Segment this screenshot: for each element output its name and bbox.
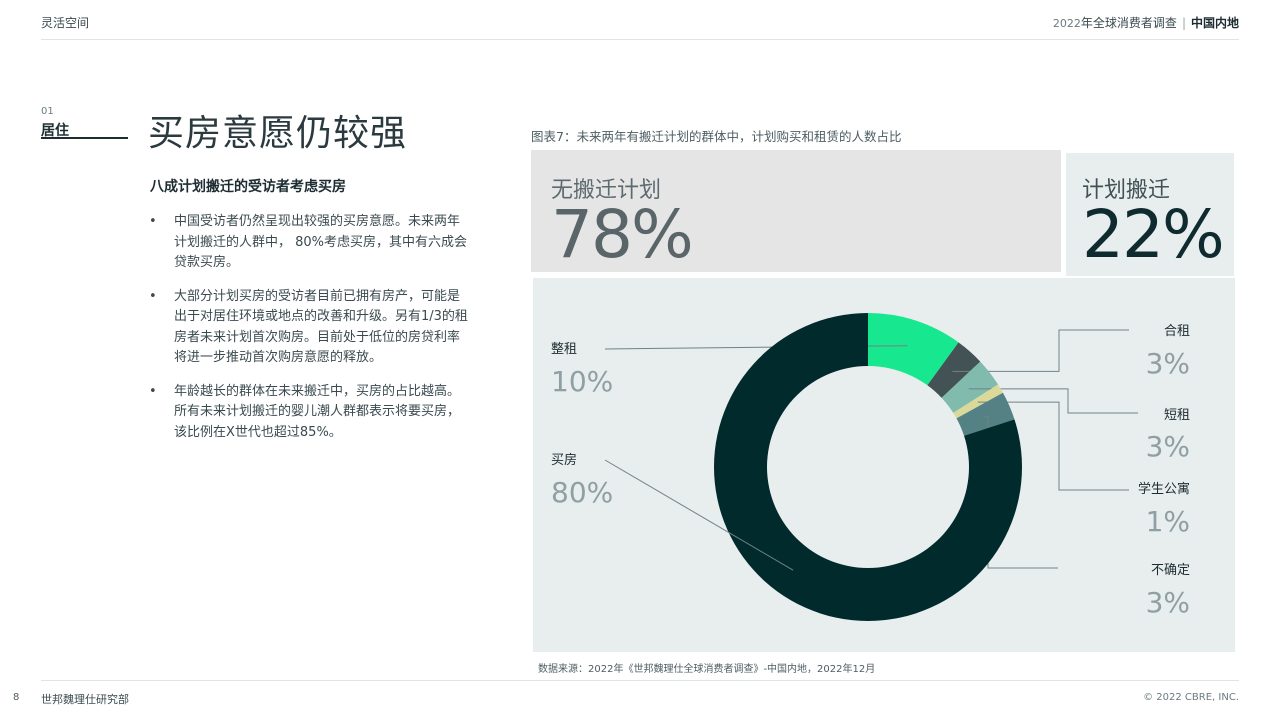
- bullet-marker: •: [149, 288, 157, 304]
- no-move-value: 78%: [551, 196, 694, 273]
- section-underline: [41, 137, 128, 139]
- bullet-list: • 中国受访者仍然呈现出较强的买房意愿。未来两年计划搬迁的人群中， 80%考虑买房…: [148, 212, 470, 456]
- slice-value-label: 3%: [1146, 430, 1190, 463]
- bullet-marker: •: [149, 214, 157, 229]
- bullet-item: • 大部分计划买房的受访者目前已拥有房产，可能是出于对居住环境或地点的改善和升级。…: [148, 287, 470, 369]
- footer-department: 世邦魏理仕研究部: [41, 693, 129, 706]
- move-value: 22%: [1082, 196, 1225, 273]
- slice-value-label: 1%: [1146, 505, 1190, 538]
- header-report-title: 2022年全球消费者调查 | 中国内地: [1053, 14, 1239, 31]
- page-title: 买房意愿仍较强: [148, 113, 408, 154]
- donut-chart-panel: 整租 10% 合租 3% 短租 3% 学生公寓 1% 不确定 3% 买房 80%: [533, 278, 1235, 652]
- slice-label: 整租: [551, 342, 577, 357]
- header-brand: 灵活空间: [41, 16, 90, 30]
- header-separator: |: [1181, 16, 1186, 30]
- data-source: 数据来源：2022年《世邦魏理仕全球消费者调查》-中国内地，2022年12月: [538, 664, 876, 675]
- slice-value-label: 10%: [551, 365, 613, 398]
- header-survey-title: 年全球消费者调查: [1080, 16, 1177, 30]
- slice-label: 合租: [1164, 324, 1190, 339]
- footer-divider: [41, 680, 1239, 681]
- header-year: 2022: [1052, 17, 1081, 30]
- slice-label: 短租: [1164, 408, 1190, 423]
- subtitle: 八成计划搬迁的受访者考虑买房: [150, 179, 346, 195]
- header-region: 中国内地: [1190, 16, 1239, 30]
- no-move-stat-box: 无搬迁计划 78%: [531, 150, 1061, 272]
- slice-value-label: 3%: [1146, 586, 1190, 619]
- donut-chart: 整租 10% 合租 3% 短租 3% 学生公寓 1% 不确定 3% 买房 80%: [551, 313, 1190, 621]
- figure-title: 图表7：未来两年有搬迁计划的群体中，计划购买和租赁的人数占比: [531, 129, 902, 144]
- bullet-text: 年龄越长的群体在未来搬迁中，买房的占比越高。所有未来计划搬迁的婴儿潮人群都表示将…: [174, 383, 461, 440]
- bullet-marker: •: [149, 383, 157, 399]
- bullet-text: 中国受访者仍然呈现出较强的买房意愿。未来两年计划搬迁的人群中， 80%考虑买房，…: [174, 214, 468, 270]
- bullet-item: • 年龄越长的群体在未来搬迁中，买房的占比越高。所有未来计划搬迁的婴儿潮人群都表示…: [148, 382, 470, 444]
- section-number: 01: [41, 106, 54, 117]
- slice-label: 不确定: [1151, 563, 1190, 578]
- slice-value-label: 3%: [1146, 347, 1190, 380]
- page-number: 8: [13, 692, 20, 703]
- slice-value-label: 80%: [551, 476, 613, 509]
- bullet-text: 大部分计划买房的受访者目前已拥有房产，可能是出于对居住环境或地点的改善和升级。另…: [174, 288, 468, 366]
- footer-copyright: © 2022 CBRE, INC.: [1143, 692, 1239, 703]
- slice-label: 买房: [551, 452, 577, 468]
- slice-label: 学生公寓: [1138, 481, 1190, 497]
- header-divider: [41, 39, 1239, 40]
- move-stat-box: 计划搬迁 22%: [1066, 153, 1234, 276]
- bullet-item: • 中国受访者仍然呈现出较强的买房意愿。未来两年计划搬迁的人群中， 80%考虑买房…: [148, 212, 470, 274]
